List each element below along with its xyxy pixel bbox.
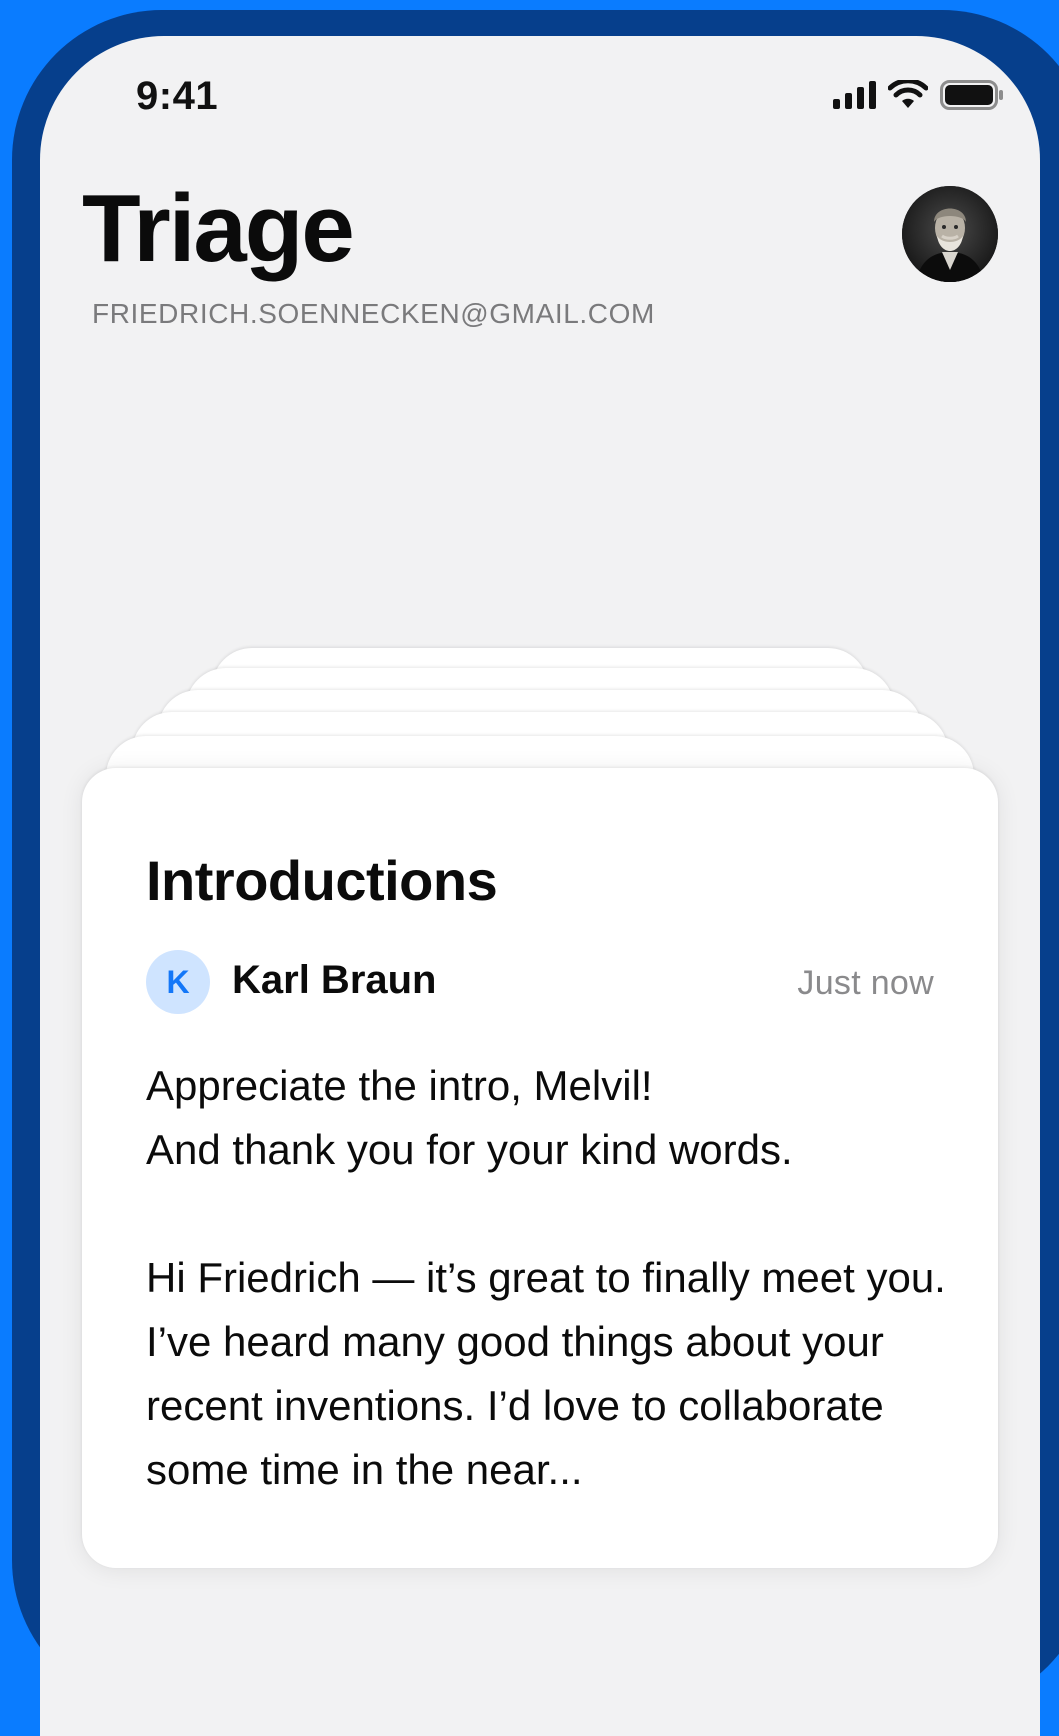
status-time: 9:41 xyxy=(136,74,219,118)
card-title: Introductions xyxy=(146,849,498,912)
battery-icon xyxy=(940,80,1003,110)
status-icons xyxy=(833,80,1004,110)
avatar[interactable] xyxy=(902,186,998,282)
email-card[interactable]: Introductions K Karl Braun Just now Appr… xyxy=(82,768,998,1568)
page-title: Triage xyxy=(82,175,355,282)
phone-screen: 9:41 Triage FRIEDRICH.SOENNECKEN@GMAIL.C… xyxy=(40,36,1040,1736)
sender-name: Karl Braun xyxy=(232,958,437,1002)
sender-avatar: K xyxy=(146,950,210,1014)
message-body: Hi Friedrich — it’s great to finally mee… xyxy=(146,1254,946,1493)
wifi-icon xyxy=(888,80,928,108)
cellular-signal-icon xyxy=(833,81,876,109)
timestamp: Just now xyxy=(797,964,934,1002)
account-email: FRIEDRICH.SOENNECKEN@GMAIL.COM xyxy=(92,298,655,329)
message-line: And thank you for your kind words. xyxy=(146,1126,793,1173)
profile-photo-icon xyxy=(902,186,998,282)
message-line: Appreciate the intro, Melvil! xyxy=(146,1062,653,1109)
message-preview: Appreciate the intro, Melvil! And thank … xyxy=(146,1054,946,1502)
